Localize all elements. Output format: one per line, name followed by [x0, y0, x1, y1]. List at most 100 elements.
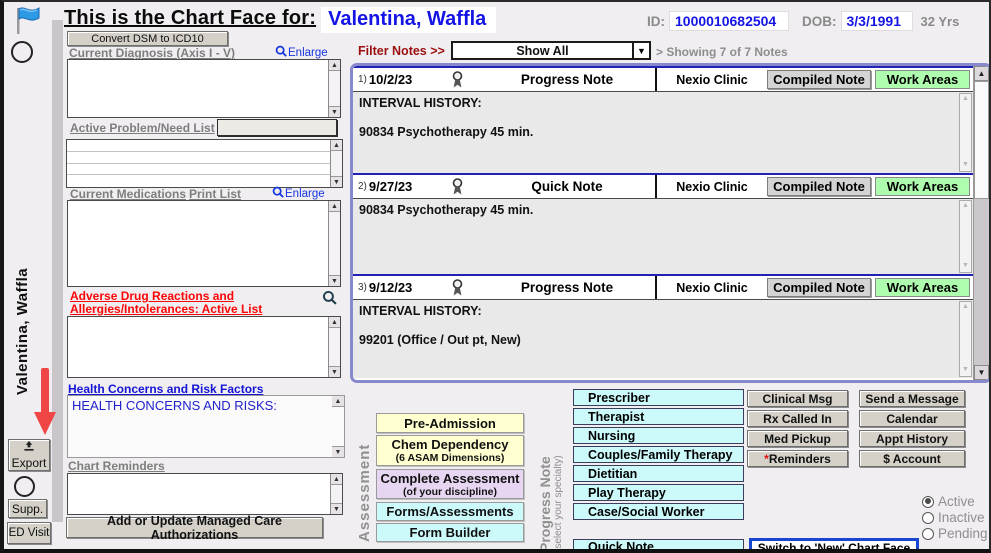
- current-diagnosis-listbox[interactable]: [67, 59, 341, 118]
- prescriber-button[interactable]: Prescriber: [573, 389, 744, 406]
- form-builder-button[interactable]: Form Builder: [376, 523, 524, 542]
- note-header[interactable]: 3) 9/12/23 Progress Note Nexio Clinic Co…: [353, 274, 973, 299]
- clinical-msg-button[interactable]: Clinical Msg: [747, 390, 848, 407]
- compiled-note-button[interactable]: Compiled Note: [767, 278, 871, 297]
- nursing-button[interactable]: Nursing: [573, 427, 744, 444]
- scroll-up-icon: [331, 140, 342, 151]
- dropdown-arrow-icon[interactable]: [632, 43, 649, 58]
- list-row[interactable]: [67, 152, 330, 164]
- calendar-button[interactable]: Calendar: [859, 410, 965, 427]
- notes-scrollbar[interactable]: [973, 66, 989, 380]
- filter-notes-dropdown[interactable]: Show All: [451, 41, 651, 60]
- button-sublabel: (6 ASAM Dimensions): [396, 452, 505, 464]
- active-problem-label[interactable]: Active Problem/Need List: [70, 121, 215, 135]
- print-list-link[interactable]: Print List: [189, 187, 241, 201]
- listbox-scrollbar[interactable]: [328, 317, 340, 377]
- note-body-scrollbar[interactable]: [959, 200, 972, 273]
- search-allergies-icon[interactable]: [322, 290, 337, 305]
- export-button[interactable]: Export: [8, 439, 50, 471]
- listbox-scrollbar[interactable]: [330, 474, 342, 514]
- chart-reminders-label[interactable]: Chart Reminders: [68, 459, 165, 473]
- scroll-up-icon: [974, 66, 989, 81]
- rx-called-in-button[interactable]: Rx Called In: [747, 410, 848, 427]
- note-body[interactable]: 90834 Psychotherapy 45 min.: [353, 198, 973, 274]
- listbox-scrollbar[interactable]: [328, 60, 340, 117]
- work-areas-button[interactable]: Work Areas: [875, 70, 970, 89]
- therapist-button[interactable]: Therapist: [573, 408, 744, 425]
- managed-care-button[interactable]: Add or Update Managed Care Authorization…: [66, 517, 323, 538]
- rail-radio-top[interactable]: [11, 41, 33, 63]
- list-row[interactable]: [67, 164, 330, 176]
- play-therapy-button[interactable]: Play Therapy: [573, 484, 744, 501]
- note-body[interactable]: INTERVAL HISTORY: 99201 (Office / Out pt…: [353, 299, 973, 378]
- listbox-scrollbar[interactable]: [330, 140, 342, 187]
- work-areas-button[interactable]: Work Areas: [875, 278, 970, 297]
- list-row[interactable]: [67, 140, 330, 152]
- note-body-line: 99201 (Office / Out pt, New): [359, 333, 953, 349]
- health-concerns-label[interactable]: Health Concerns and Risk Factors: [68, 382, 263, 396]
- current-medications-label[interactable]: Current Medications: [70, 187, 186, 201]
- enlarge-diagnosis-link[interactable]: Enlarge: [275, 45, 328, 60]
- case-social-worker-button[interactable]: Case/Social Worker: [573, 503, 744, 520]
- export-label: Export: [12, 456, 47, 470]
- note-header[interactable]: 2) 9/27/23 Quick Note Nexio Clinic Compi…: [353, 173, 973, 198]
- listbox-scrollbar[interactable]: [328, 201, 340, 286]
- health-concerns-box[interactable]: HEALTH CONCERNS AND RISKS:: [67, 395, 345, 458]
- send-a-message-button[interactable]: Send a Message: [859, 390, 965, 407]
- compiled-note-button[interactable]: Compiled Note: [767, 177, 871, 196]
- switch-chart-face-button[interactable]: Switch to 'New' Chart Face: [749, 538, 919, 553]
- chart-face-window: Valentina, Waffla Export Supp. ED Visit …: [0, 0, 991, 553]
- adverse-reactions-label-2[interactable]: Allergies/Intolerances: Active List: [70, 302, 262, 316]
- forms-assessments-button[interactable]: Forms/Assessments: [376, 502, 524, 521]
- radio-active[interactable]: [922, 496, 934, 508]
- pre-admission-button[interactable]: Pre-Admission: [376, 413, 524, 433]
- active-problem-input[interactable]: [217, 119, 337, 136]
- button-label: $ Account: [883, 452, 941, 466]
- radio-pending[interactable]: [922, 528, 934, 540]
- enlarge-medications-link[interactable]: Enlarge: [272, 186, 325, 201]
- reminders-button[interactable]: *Reminders: [747, 450, 848, 467]
- note-body-scrollbar[interactable]: [959, 93, 972, 172]
- rail-radio-bottom[interactable]: [14, 476, 35, 497]
- couples-family-therapy-button[interactable]: Couples/Family Therapy: [573, 446, 744, 463]
- patient-name-vertical: Valentina, Waffla: [14, 268, 31, 395]
- status-option-pending[interactable]: Pending: [922, 526, 988, 541]
- complete-assessment-button[interactable]: Complete Assessment (of your discipline): [376, 469, 524, 499]
- flag-icon[interactable]: [13, 5, 43, 40]
- adverse-reactions-label-1[interactable]: Adverse Drug Reactions and: [70, 289, 234, 303]
- button-label: Send a Message: [865, 392, 958, 406]
- title-prefix: This is the Chart Face for:: [64, 7, 316, 30]
- appt-history-button[interactable]: Appt History: [859, 430, 965, 447]
- rail-scrollbar[interactable]: [52, 20, 63, 522]
- current-diagnosis-label[interactable]: Current Diagnosis (Axis I - V): [69, 46, 235, 60]
- id-label: ID:: [647, 14, 665, 29]
- note-body[interactable]: INTERVAL HISTORY: 90834 Psychotherapy 45…: [353, 91, 973, 173]
- status-option-inactive[interactable]: Inactive: [922, 510, 985, 525]
- note-header[interactable]: 1) 10/2/23 Progress Note Nexio Clinic Co…: [353, 66, 973, 91]
- allergies-listbox[interactable]: [67, 316, 341, 378]
- chem-dependency-button[interactable]: Chem Dependency (6 ASAM Dimensions): [376, 435, 524, 466]
- dietitian-button[interactable]: Dietitian: [573, 465, 744, 482]
- scroll-down-icon: [974, 365, 989, 380]
- note-body-scrollbar[interactable]: [959, 301, 972, 377]
- compiled-note-button[interactable]: Compiled Note: [767, 70, 871, 89]
- account-button[interactable]: $ Account: [859, 450, 965, 467]
- dob-value: 3/3/1991: [841, 11, 913, 31]
- note-clinic: Nexio Clinic: [655, 276, 767, 299]
- note-item: 1) 10/2/23 Progress Note Nexio Clinic Co…: [353, 66, 973, 173]
- active-problem-listbox[interactable]: [66, 139, 343, 188]
- med-pickup-button[interactable]: Med Pickup: [747, 430, 848, 447]
- convert-dsm-button[interactable]: Convert DSM to ICD10: [67, 31, 228, 46]
- ed-visit-button[interactable]: ED Visit: [7, 522, 51, 544]
- chart-reminders-box[interactable]: [67, 473, 343, 515]
- supp-button[interactable]: Supp.: [8, 499, 47, 518]
- work-areas-button[interactable]: Work Areas: [875, 177, 970, 196]
- note-number: 1): [358, 74, 367, 85]
- status-option-active[interactable]: Active: [922, 494, 975, 509]
- scrollbar-thumb[interactable]: [974, 81, 989, 199]
- listbox-scrollbar[interactable]: [332, 396, 344, 457]
- scroll-up-icon: [329, 317, 340, 328]
- radio-inactive[interactable]: [922, 512, 934, 524]
- quick-note-button[interactable]: Quick Note: [573, 539, 744, 553]
- medications-listbox[interactable]: [67, 200, 341, 287]
